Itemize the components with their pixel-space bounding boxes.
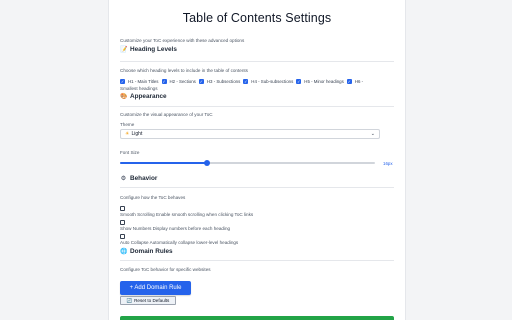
settings-panel: Table of Contents Settings Customize you… — [108, 0, 406, 320]
checkbox-h3[interactable]: ✓ — [198, 79, 204, 84]
heading-option-label: H3 - Subsections — [206, 79, 241, 84]
heading-levels-header: 📝 Heading Levels — [120, 46, 177, 53]
reset-to-defaults-label: Reset to Defaults — [134, 298, 170, 303]
slider-fill — [120, 162, 207, 164]
heading-option-h2[interactable]: ✓ H2 - Sections — [161, 79, 196, 84]
globe-icon: 🌐 — [120, 249, 128, 255]
divider — [120, 106, 394, 107]
heading-option-h3[interactable]: ✓ H3 - Subsections — [198, 79, 241, 84]
checkbox-h4[interactable]: ✓ — [243, 79, 249, 84]
page-intro: Customize your ToC experience with these… — [120, 38, 245, 43]
show-numbers-checkbox[interactable] — [120, 220, 125, 225]
heading-levels-row: ✓ H1 - Main Titles ✓ H2 - Sections ✓ H3 … — [120, 79, 397, 84]
heading-option-label: H4 - Sub-subsections — [251, 79, 294, 84]
auto-collapse-checkbox[interactable] — [120, 234, 125, 239]
smooth-scrolling-checkbox[interactable] — [120, 206, 125, 211]
heading-option-h1[interactable]: ✓ H1 - Main Titles — [120, 79, 159, 84]
checkbox-h2[interactable]: ✓ — [161, 79, 167, 84]
font-size-value: 16px — [383, 161, 393, 166]
checkbox-h1[interactable]: ✓ — [120, 79, 125, 84]
heading-levels-title: Heading Levels — [130, 46, 177, 53]
reset-icon: 🔄 — [126, 297, 133, 303]
heading-option-label: H5 - Minor headings — [304, 79, 344, 84]
chevron-down-icon: ⌄ — [370, 131, 375, 137]
behavior-header: ⚙ Behavior — [120, 175, 158, 182]
auto-collapse-label: Auto Collapse Automatically collapse low… — [120, 240, 239, 245]
theme-select[interactable]: ☀ Light ⌄ — [120, 129, 380, 139]
theme-select-value: Light — [131, 131, 143, 137]
checkbox-h5[interactable]: ✓ — [296, 79, 302, 84]
reset-to-defaults-button[interactable]: 🔄 Reset to Defaults — [120, 296, 176, 305]
appearance-title: Appearance — [130, 93, 167, 100]
heading-option-label: H1 - Main Titles — [128, 79, 159, 84]
heading-option-h4[interactable]: ✓ H4 - Sub-subsections — [243, 79, 293, 84]
heading-option-label: H6 - — [354, 79, 364, 84]
page-title: Table of Contents Settings — [182, 11, 332, 25]
heading-option-h6[interactable]: ✓ H6 - — [346, 79, 364, 84]
domain-rules-header: 🌐 Domain Rules — [120, 248, 173, 255]
palette-icon: 🎨 — [120, 94, 128, 100]
heading-levels-description: Choose which heading levels to include i… — [120, 68, 248, 73]
font-size-slider[interactable] — [120, 160, 375, 166]
heading-option-h6-continuation: Smallest headings — [120, 86, 158, 91]
theme-label: Theme — [120, 122, 135, 127]
smooth-scrolling-label: Smooth Scrolling Enable smooth scrolling… — [120, 212, 254, 217]
domain-rules-title: Domain Rules — [130, 248, 173, 255]
behavior-description: Configure how the ToC behaves — [120, 195, 186, 200]
heading-option-label: H2 - Sections — [169, 79, 196, 84]
divider — [120, 260, 394, 261]
divider — [120, 61, 394, 62]
memo-icon: 📝 — [120, 47, 128, 53]
slider-thumb[interactable] — [203, 160, 210, 166]
behavior-title: Behavior — [130, 175, 158, 182]
add-domain-rule-button[interactable]: + Add Domain Rule — [120, 281, 191, 295]
heading-option-h5[interactable]: ✓ H5 - Minor headings — [296, 79, 344, 84]
appearance-description: Customize the visual appearance of your … — [120, 112, 213, 117]
appearance-header: 🎨 Appearance — [120, 93, 167, 100]
show-numbers-label: Show Numbers Display numbers before each… — [120, 226, 231, 231]
sun-icon: ☀ — [125, 131, 130, 137]
divider — [120, 187, 394, 188]
domain-rules-description: Configure ToC behavior for specific webs… — [120, 267, 211, 272]
checkbox-h6[interactable]: ✓ — [346, 79, 352, 84]
save-button[interactable] — [120, 316, 394, 320]
font-size-label: Font Size — [120, 150, 140, 155]
gear-icon: ⚙ — [120, 176, 127, 182]
